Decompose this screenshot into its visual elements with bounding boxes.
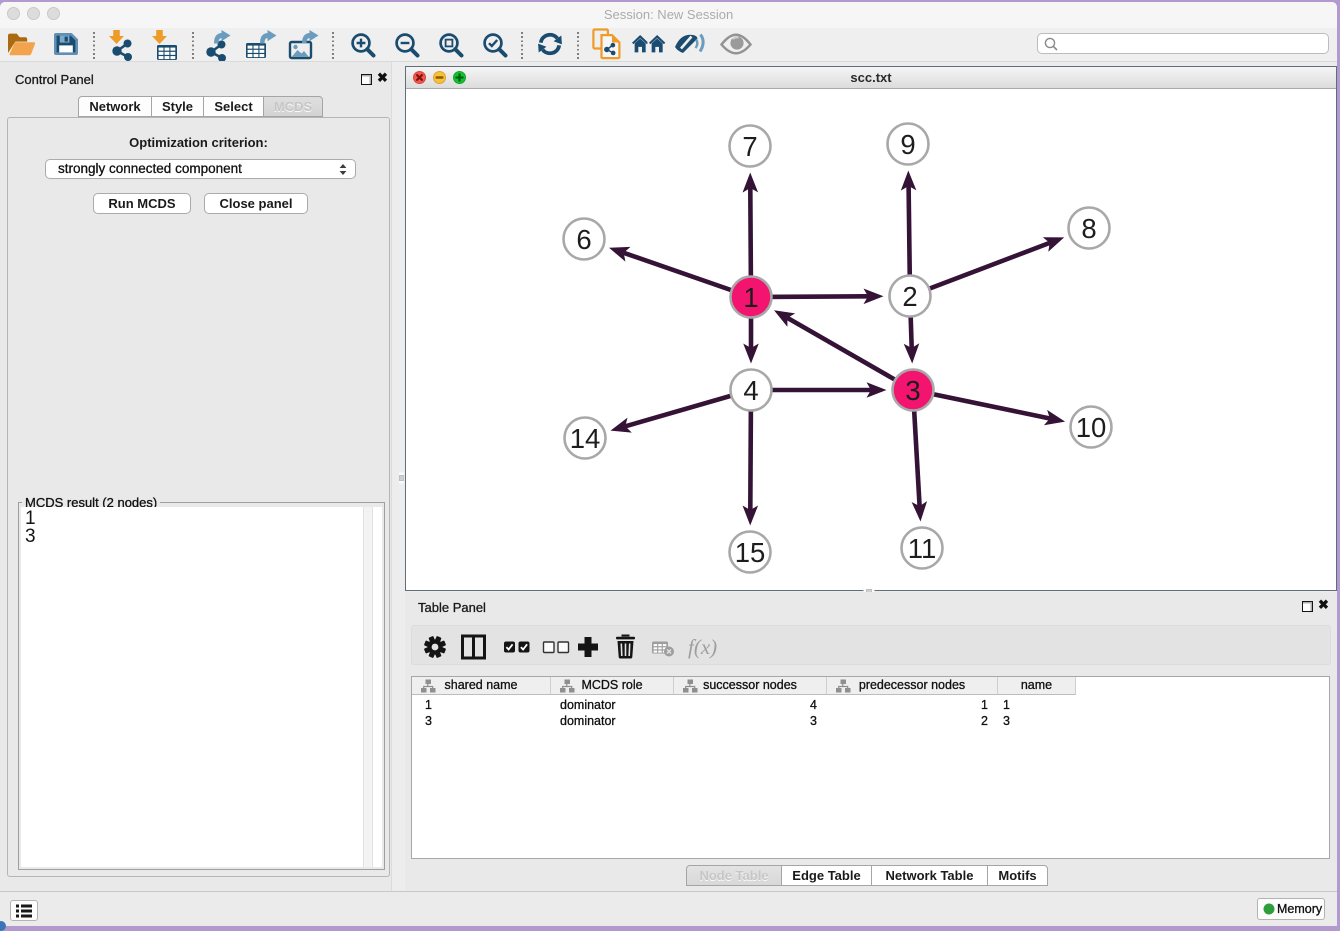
svg-text:10: 10 xyxy=(1076,412,1107,443)
svg-text:f(x): f(x) xyxy=(688,635,717,659)
svg-text:3: 3 xyxy=(905,375,920,406)
svg-text:11: 11 xyxy=(908,533,937,564)
svg-text:14: 14 xyxy=(570,423,601,454)
svg-text:4: 4 xyxy=(743,375,758,406)
svg-text:15: 15 xyxy=(735,537,766,568)
svg-text:8: 8 xyxy=(1081,213,1096,244)
svg-text:6: 6 xyxy=(576,224,591,255)
svg-text:1: 1 xyxy=(743,282,758,313)
svg-text:2: 2 xyxy=(902,281,917,312)
svg-text:9: 9 xyxy=(900,129,915,160)
svg-text:7: 7 xyxy=(742,131,757,162)
